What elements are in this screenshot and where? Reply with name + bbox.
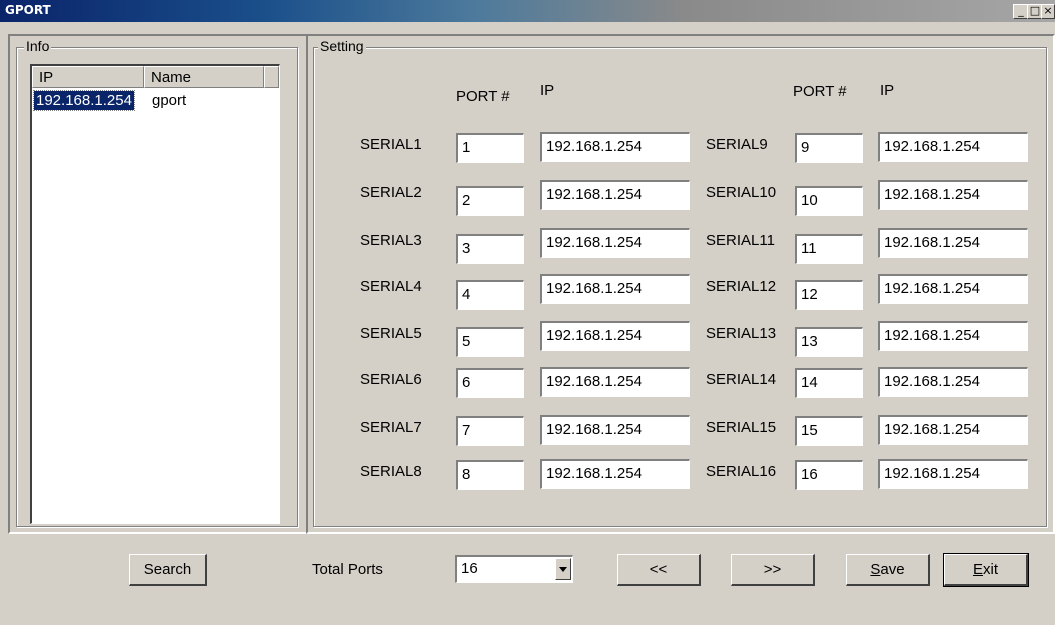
ip-input[interactable]: 192.168.1.254 <box>540 132 690 162</box>
serial-label: SERIAL4 <box>360 278 422 295</box>
serial-label: SERIAL12 <box>706 278 777 295</box>
info-group-label: Info <box>24 38 52 54</box>
ip-input[interactable]: 192.168.1.254 <box>540 180 690 210</box>
save-label: Save <box>870 561 905 578</box>
port-input[interactable]: 13 <box>795 327 863 357</box>
serial-label: SERIAL6 <box>360 371 422 388</box>
port-input[interactable]: 10 <box>795 186 863 216</box>
port-input[interactable]: 3 <box>456 234 524 264</box>
next-button[interactable]: >> <box>731 554 815 586</box>
device-list[interactable]: IP Name 192.168.1.254 gport <box>30 64 280 524</box>
port-input[interactable]: 6 <box>456 368 524 398</box>
exit-button[interactable]: Exit <box>943 553 1029 587</box>
total-ports-select[interactable]: 16 <box>455 555 573 583</box>
chevron-down-icon <box>559 567 567 572</box>
serial-label: SERIAL5 <box>360 325 422 342</box>
port-input[interactable]: 7 <box>456 416 524 446</box>
port-input[interactable]: 9 <box>795 133 863 163</box>
list-item[interactable]: 192.168.1.254 gport <box>33 90 274 111</box>
ip-input[interactable]: 192.168.1.254 <box>878 228 1028 258</box>
maximize-icon: □ <box>1029 4 1041 17</box>
ip-input[interactable]: 192.168.1.254 <box>878 367 1028 397</box>
exit-label: Exit <box>972 561 998 578</box>
column-header-name[interactable]: Name <box>144 66 264 88</box>
port-input[interactable]: 5 <box>456 327 524 357</box>
total-ports-value: 16 <box>461 560 478 577</box>
search-button[interactable]: Search <box>129 554 207 586</box>
serial-label: SERIAL15 <box>706 419 777 436</box>
window-title: GPORT <box>5 3 51 17</box>
serial-label: SERIAL9 <box>706 136 768 153</box>
ip-input[interactable]: 192.168.1.254 <box>540 415 690 445</box>
port-input[interactable]: 15 <box>795 416 863 446</box>
ip-input[interactable]: 192.168.1.254 <box>540 228 690 258</box>
port-header-right: PORT # <box>793 83 847 100</box>
ip-input[interactable]: 192.168.1.254 <box>540 459 690 489</box>
ip-input[interactable]: 192.168.1.254 <box>540 321 690 351</box>
serial-label: SERIAL2 <box>360 184 422 201</box>
port-input[interactable]: 11 <box>795 234 863 264</box>
serial-label: SERIAL7 <box>360 419 422 436</box>
port-input[interactable]: 14 <box>795 368 863 398</box>
ip-input[interactable]: 192.168.1.254 <box>540 274 690 304</box>
serial-label: SERIAL10 <box>706 184 777 201</box>
port-input[interactable]: 1 <box>456 133 524 163</box>
setting-group-label: Setting <box>318 38 366 54</box>
ip-input[interactable]: 192.168.1.254 <box>878 459 1028 489</box>
list-item-name: gport <box>152 92 187 109</box>
list-item-ip: 192.168.1.254 <box>33 90 135 111</box>
serial-label: SERIAL14 <box>706 371 777 388</box>
dropdown-arrow-button[interactable] <box>555 558 571 580</box>
save-button[interactable]: Save <box>846 554 930 586</box>
port-input[interactable]: 4 <box>456 280 524 310</box>
serial-label: SERIAL13 <box>706 325 777 342</box>
serial-label: SERIAL11 <box>706 232 775 249</box>
port-input[interactable]: 12 <box>795 280 863 310</box>
ip-header-right: IP <box>880 82 895 99</box>
serial-label: SERIAL1 <box>360 136 422 153</box>
previous-button[interactable]: << <box>617 554 701 586</box>
ip-input[interactable]: 192.168.1.254 <box>540 367 690 397</box>
serial-label: SERIAL16 <box>706 463 777 480</box>
ip-input[interactable]: 192.168.1.254 <box>878 180 1028 210</box>
close-button[interactable]: × <box>1041 4 1055 19</box>
ip-header-left: IP <box>540 82 555 99</box>
column-header-ip[interactable]: IP <box>32 66 144 88</box>
ip-input[interactable]: 192.168.1.254 <box>878 274 1028 304</box>
ip-input[interactable]: 192.168.1.254 <box>878 132 1028 162</box>
total-ports-label: Total Ports <box>312 561 383 578</box>
serial-label: SERIAL8 <box>360 463 422 480</box>
port-header-left: PORT # <box>456 88 510 105</box>
port-input[interactable]: 16 <box>795 460 863 490</box>
port-input[interactable]: 2 <box>456 186 524 216</box>
serial-label: SERIAL3 <box>360 232 422 249</box>
title-bar[interactable]: GPORT _ □ × <box>0 0 1055 22</box>
minimize-icon: _ <box>1018 4 1024 17</box>
close-icon: × <box>1043 4 1053 17</box>
ip-input[interactable]: 192.168.1.254 <box>878 321 1028 351</box>
ip-input[interactable]: 192.168.1.254 <box>878 415 1028 445</box>
column-header-filler <box>264 66 279 88</box>
port-input[interactable]: 8 <box>456 460 524 490</box>
